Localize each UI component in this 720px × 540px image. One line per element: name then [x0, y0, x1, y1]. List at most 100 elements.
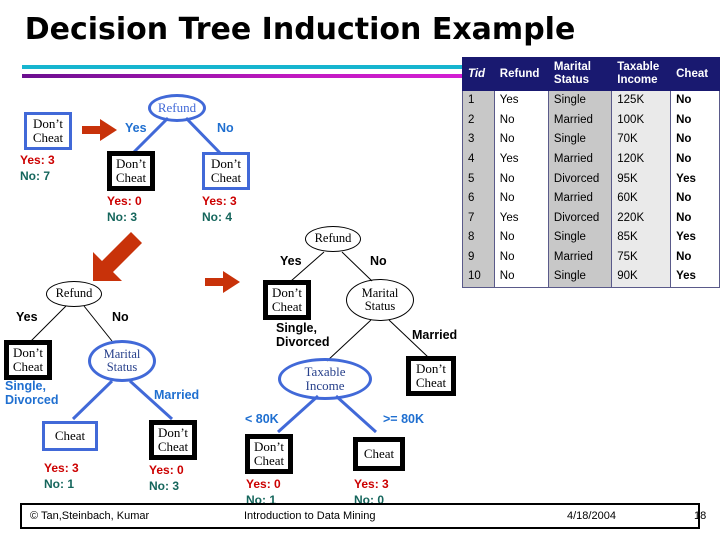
cell-marital: Married	[547, 247, 613, 268]
step1-edge-no: No	[217, 121, 234, 136]
cell-income: 220K	[611, 208, 672, 229]
step3-edge-single-line1: Single,	[276, 321, 317, 335]
step2-edge-married-text: Married	[154, 388, 200, 402]
step1-right-no: No: 4	[202, 210, 232, 225]
step1-right-box-line2: Cheat	[210, 170, 242, 185]
arrow-right-1	[82, 119, 117, 141]
cell-refund: Yes	[493, 149, 549, 170]
th-marital: Marital Status	[547, 56, 613, 92]
step1-root-box-line2: Cheat	[32, 130, 64, 145]
cell-income: 85K	[611, 228, 672, 248]
th-income: Taxable Income	[611, 56, 672, 92]
step1-right-box-line1: Don’t	[210, 156, 242, 172]
cell-refund: No	[493, 247, 549, 268]
table-row: 5 No Divorced 95K Yes	[462, 169, 720, 190]
step3-married-line2: Cheat	[415, 375, 447, 390]
cell-income: 75K	[611, 247, 672, 268]
step3-income-line1: Taxable	[304, 364, 346, 380]
cell-income: 70K	[611, 130, 672, 150]
page-title: Decision Tree Induction Example	[24, 12, 576, 47]
cell-tid: 1	[462, 90, 495, 111]
arrow-down-left	[93, 232, 142, 281]
step2-dontcheat-leaf-line1: Don’t	[157, 425, 189, 441]
cell-marital: Married	[547, 149, 613, 170]
step2-edge-married: Married	[154, 388, 200, 403]
step2-marital-node: Marital Status	[88, 340, 156, 382]
cell-tid: 2	[462, 110, 495, 131]
cell-marital: Single	[547, 267, 613, 288]
step2-edge-single-divorced: Single, Divorced	[5, 379, 59, 408]
cell-tid: 6	[462, 189, 495, 209]
cell-refund: No	[493, 189, 549, 209]
cell-refund: No	[493, 130, 549, 150]
step3-edge-married: Married	[412, 328, 458, 343]
cell-income: 60K	[611, 189, 672, 209]
step3-lt80-yes: Yes: 0	[246, 477, 281, 491]
th-refund: Refund	[493, 56, 549, 92]
th-tid: Tid	[462, 56, 495, 92]
th-cheat: Cheat	[670, 56, 720, 92]
step3-dontcheat-box: Don’t Cheat	[263, 280, 311, 320]
table-row: 6 No Married 60K No	[462, 189, 720, 209]
step3-edge-no-text: No	[370, 254, 387, 268]
step3-edge-married-text: Married	[412, 328, 458, 342]
cell-marital: Divorced	[547, 169, 613, 190]
step3-edge-lt80: < 80K	[245, 412, 279, 427]
step1-refund-node: Refund	[148, 94, 206, 122]
cell-marital: Single	[547, 228, 613, 248]
cell-tid: 3	[462, 130, 495, 150]
slide-footer: © Tan,Steinbach, Kumar Introduction to D…	[20, 503, 706, 529]
cell-cheat: Yes	[670, 228, 720, 248]
table-row: 2 No Married 100K No	[462, 110, 720, 131]
step1-root-no: No: 7	[20, 169, 50, 184]
table-row: 9 No Married 75K No	[462, 247, 720, 268]
step3-edge-no: No	[370, 254, 387, 269]
step1-left-counts: Yes: 0 No: 3	[107, 193, 142, 225]
cell-cheat: Yes	[670, 169, 720, 190]
step2-marital-line2: Status	[106, 360, 138, 374]
step2-refund-node: Refund	[46, 281, 102, 307]
step3-income-line2: Income	[305, 378, 345, 393]
step2-cheat-yes: Yes: 3	[44, 461, 79, 475]
step3-ge80-label: Cheat	[363, 446, 395, 462]
step3-edge-lt80-text: < 80K	[245, 412, 279, 426]
step1-edge-yes: Yes	[125, 121, 147, 136]
step3-marital-line2: Status	[364, 299, 396, 313]
step3-income-node: Taxable Income	[278, 358, 372, 400]
cell-marital: Single	[547, 90, 613, 111]
th-marital-line1: Marital	[553, 61, 591, 73]
step3-ge80-yes: Yes: 3	[354, 477, 389, 491]
step1-edge-no-text: No	[217, 121, 234, 135]
table-row: 10 No Single 90K Yes	[462, 267, 720, 288]
step3-dontcheat-line2: Cheat	[271, 299, 303, 314]
step1-left-no: No: 3	[107, 210, 137, 225]
step2-dontcheat-leaf-line2: Cheat	[157, 439, 189, 454]
step3-edge-single-divorced: Single, Divorced	[276, 321, 330, 350]
step3-refund-node: Refund	[305, 226, 361, 252]
step3-ge80-box: Cheat	[353, 437, 405, 471]
step3-dontcheat-line1: Don’t	[271, 285, 303, 301]
cell-cheat: No	[670, 189, 720, 209]
table-body: 1 Yes Single 125K No 2 No Married 100K No 3 No Singl…	[462, 90, 720, 288]
cell-refund: No	[493, 110, 549, 131]
table-header: Tid Refund Marital Status Taxable Income…	[462, 56, 720, 92]
slide-canvas: Decision Tree Induction Example Don’t Ch…	[0, 0, 720, 540]
table-row: 1 Yes Single 125K No	[462, 90, 720, 111]
step2-cheat-label: Cheat	[54, 428, 86, 444]
cell-marital: Divorced	[547, 208, 613, 229]
table-row: 3 No Single 70K No	[462, 130, 720, 150]
cell-cheat: No	[670, 110, 720, 131]
step2-dontcheat-counts: Yes: 0 No: 3	[149, 462, 184, 494]
cell-tid: 7	[462, 208, 495, 229]
cell-refund: No	[493, 228, 549, 248]
step3-edge-yes: Yes	[280, 254, 302, 269]
accent-rule-cyan	[22, 65, 470, 69]
step1-root-counts: Yes: 3 No: 7	[20, 152, 55, 184]
cell-tid: 4	[462, 149, 495, 170]
th-income-line1: Taxable	[617, 61, 660, 73]
step2-edge-no-text: No	[112, 310, 129, 324]
cell-income: 120K	[611, 149, 672, 170]
cell-cheat: Yes	[670, 267, 720, 288]
step2-dontcheat-leaf: Don’t Cheat	[149, 420, 197, 460]
step2-refund-label: Refund	[55, 286, 93, 301]
